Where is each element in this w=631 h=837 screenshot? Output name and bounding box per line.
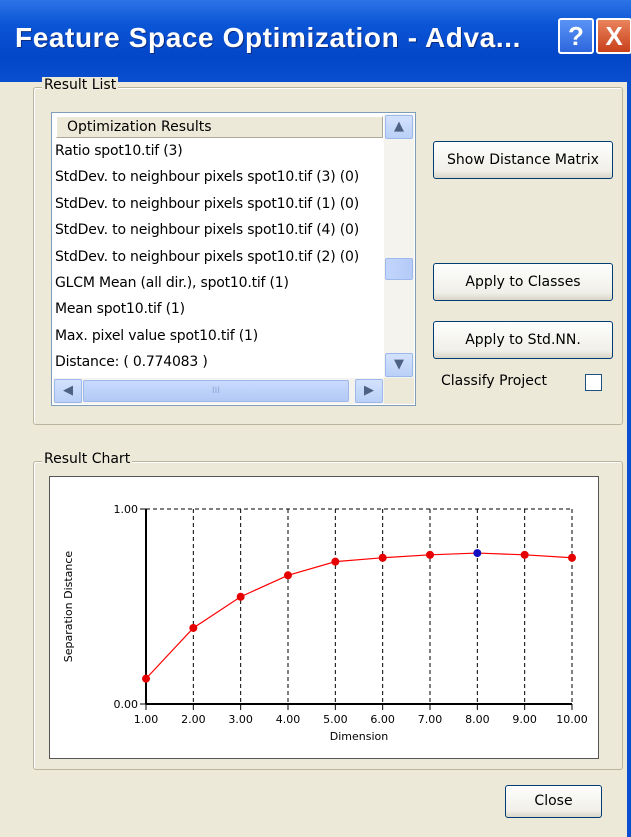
y-tick-label: 1.00 bbox=[114, 503, 139, 516]
result-chart-svg: 1.00 2.00 3.00 4.00 5.00 6.00 7.00 8.00 9.00 10.0… bbox=[62, 503, 588, 743]
list-item[interactable]: StdDev. to neighbour pixels spot10.tif (… bbox=[54, 164, 384, 190]
apply-to-std-nn-button[interactable]: Apply to Std.NN. bbox=[433, 321, 613, 359]
x-tick-label: 10.00 bbox=[556, 713, 588, 726]
x-tick-label: 2.00 bbox=[181, 713, 206, 726]
close-window-button[interactable]: X bbox=[596, 18, 631, 54]
series-line bbox=[145, 552, 573, 680]
x-tick-label: 7.00 bbox=[418, 713, 443, 726]
list-item[interactable]: StdDev. to neighbour pixels spot10.tif (… bbox=[54, 217, 384, 243]
data-point bbox=[426, 550, 434, 559]
data-point bbox=[378, 553, 387, 562]
list-item[interactable]: Distance: ( 0.774083 ) bbox=[54, 349, 384, 375]
classify-project-checkbox[interactable] bbox=[585, 374, 602, 391]
optimization-results-listbox[interactable]: Optimization Results Ratio spot10.tif (3… bbox=[51, 112, 416, 406]
list-item[interactable]: Ratio spot10.tif (3) bbox=[54, 138, 384, 164]
scroll-right-button[interactable]: ▶ bbox=[355, 379, 383, 403]
data-point bbox=[331, 557, 340, 566]
selected-data-point bbox=[473, 549, 482, 558]
x-tick-label: 3.00 bbox=[228, 713, 253, 726]
data-point bbox=[189, 623, 198, 632]
list-item[interactable]: Mean spot10.tif (1) bbox=[54, 296, 384, 322]
data-point bbox=[568, 553, 576, 562]
x-tick-label: 1.00 bbox=[134, 713, 159, 726]
scroll-down-button[interactable]: ▼ bbox=[385, 353, 413, 377]
result-chart-group-label: Result Chart bbox=[42, 451, 133, 467]
scroll-up-button[interactable]: ▲ bbox=[385, 115, 413, 139]
data-point bbox=[236, 592, 245, 601]
vertical-scrollbar[interactable]: ▲ ▼ bbox=[384, 114, 414, 378]
list-item[interactable]: StdDev. to neighbour pixels spot10.tif (… bbox=[54, 244, 384, 270]
x-axis-label: Dimension bbox=[330, 730, 388, 743]
scrollbar-corner bbox=[384, 378, 414, 404]
window-title: Feature Space Optimization - Adva... bbox=[15, 22, 521, 53]
x-tick-label: 4.00 bbox=[276, 713, 301, 726]
y-tick-label: 0.00 bbox=[114, 698, 139, 711]
y-axis-label: Separation Distance bbox=[62, 551, 75, 663]
help-button[interactable]: ? bbox=[558, 18, 594, 54]
data-point bbox=[142, 674, 150, 683]
show-distance-matrix-button[interactable]: Show Distance Matrix bbox=[433, 141, 613, 179]
x-tick-label: 5.00 bbox=[323, 713, 348, 726]
data-point bbox=[284, 571, 292, 580]
x-tick-label: 6.00 bbox=[370, 713, 395, 726]
list-item[interactable]: Max. pixel value spot10.tif (1) bbox=[54, 323, 384, 349]
result-chart: 1.00 2.00 3.00 4.00 5.00 6.00 7.00 8.00 9.00 10.0… bbox=[49, 476, 599, 759]
x-tick-label: 9.00 bbox=[512, 713, 537, 726]
x-tick-label: 8.00 bbox=[465, 713, 490, 726]
horizontal-scrollbar[interactable]: ◀ III ▶ bbox=[53, 378, 414, 404]
vertical-scroll-thumb[interactable] bbox=[385, 258, 413, 280]
apply-to-classes-button[interactable]: Apply to Classes bbox=[433, 263, 613, 301]
title-bar[interactable]: Feature Space Optimization - Adva... ? X bbox=[0, 0, 631, 82]
optimization-results-column-header[interactable]: Optimization Results bbox=[56, 116, 383, 138]
horizontal-scroll-thumb[interactable]: III bbox=[83, 380, 349, 402]
window-frame-right bbox=[627, 82, 631, 837]
data-point bbox=[520, 550, 529, 559]
scroll-left-button[interactable]: ◀ bbox=[54, 379, 82, 403]
close-button[interactable]: Close bbox=[505, 785, 602, 818]
list-item[interactable]: StdDev. to neighbour pixels spot10.tif (… bbox=[54, 191, 384, 217]
result-list-group-label: Result List bbox=[42, 77, 119, 93]
list-item[interactable]: GLCM Mean (all dir.), spot10.tif (1) bbox=[54, 270, 384, 296]
results-list: Ratio spot10.tif (3) StdDev. to neighbou… bbox=[54, 138, 384, 376]
classify-project-label: Classify Project bbox=[441, 373, 548, 389]
